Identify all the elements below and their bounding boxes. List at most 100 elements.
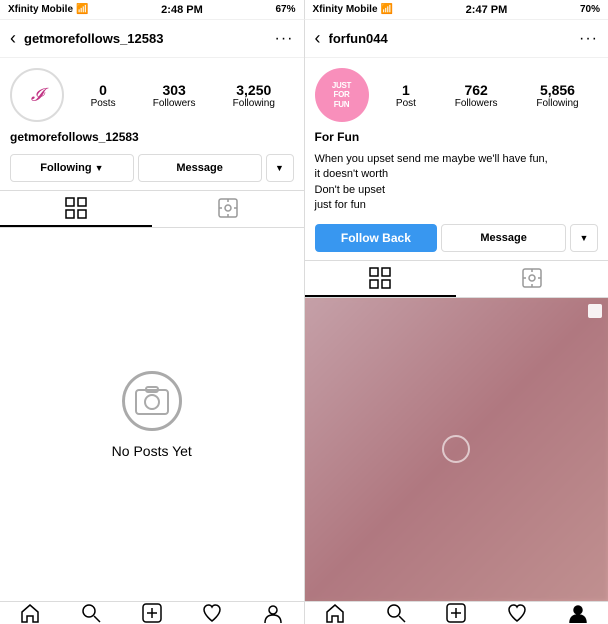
tab-grid-left[interactable] (0, 191, 152, 227)
grid-icon-left (65, 197, 87, 219)
nav-right: ‹ forfun044 ··· (305, 20, 608, 58)
message-label-left: Message (176, 162, 222, 174)
search-icon-left (80, 602, 102, 624)
bottom-home-right[interactable] (305, 602, 366, 624)
status-left-left: Xfinity Mobile 📶 (8, 4, 88, 15)
bottom-nav-left (0, 602, 304, 624)
back-button-left[interactable]: ‹ (10, 28, 16, 49)
message-label-right: Message (480, 232, 526, 244)
avatar-right: JUSTFORFUN (315, 68, 369, 122)
time-left: 2:48 PM (161, 4, 203, 16)
following-chevron: ▼ (95, 163, 104, 173)
status-bar-right: Xfinity Mobile 📶 2:47 PM 70% (304, 0, 608, 20)
panels: ‹ getmorefollows_12583 ··· 𝓘 0 Posts (0, 20, 608, 601)
avatar-text-right: JUSTFORFUN (330, 79, 353, 112)
heart-icon-left (201, 602, 223, 624)
bio-name-right: For Fun (305, 128, 608, 150)
bottom-home-left[interactable] (0, 602, 61, 624)
nav-left: ‹ getmorefollows_12583 ··· (0, 20, 304, 58)
bottom-profile-right[interactable] (547, 602, 608, 624)
bottom-nav (0, 601, 608, 624)
back-button-right[interactable]: ‹ (315, 28, 321, 49)
stat-followers-right: 762 Followers (455, 82, 498, 109)
bottom-add-right[interactable] (426, 602, 487, 624)
dropdown-chevron-right: ▼ (580, 233, 589, 243)
stat-posts-label-right: Post (396, 98, 416, 109)
dropdown-button-right[interactable]: ▼ (570, 224, 598, 252)
more-button-left[interactable]: ··· (275, 30, 294, 48)
message-button-left[interactable]: Message (138, 154, 262, 182)
tab-tagged-left[interactable] (152, 191, 304, 227)
stat-posts-right: 1 Post (396, 82, 416, 109)
stat-followers-value-right: 762 (464, 82, 487, 98)
bottom-profile-left[interactable] (243, 602, 304, 624)
stat-posts-value-right: 1 (402, 82, 410, 98)
post-thumbnail[interactable] (305, 298, 608, 602)
status-right-right: 70% (580, 4, 600, 15)
no-posts-icon (122, 371, 182, 431)
stat-following-value-left: 3,250 (236, 82, 271, 98)
avatar-left: 𝓘 (10, 68, 64, 122)
following-label: Following (40, 162, 91, 174)
home-icon-left (19, 602, 41, 624)
add-icon-left (141, 602, 163, 624)
follow-back-button[interactable]: Follow Back (315, 224, 438, 252)
no-posts-text: No Posts Yet (112, 443, 192, 459)
page-title-right: forfun044 (329, 31, 580, 46)
home-icon-right (324, 602, 346, 624)
tab-tagged-right[interactable] (456, 261, 608, 297)
carrier-right: Xfinity Mobile (313, 4, 378, 15)
stat-followers-label-right: Followers (455, 98, 498, 109)
tab-grid-right[interactable] (305, 261, 457, 297)
bio-line-2: it doesn't worth (315, 168, 389, 180)
battery-right: 70% (580, 4, 600, 15)
grid-content-right (305, 298, 608, 602)
bottom-add-left[interactable] (121, 602, 182, 624)
status-bar-left: Xfinity Mobile 📶 2:48 PM 67% (0, 0, 304, 20)
stat-posts-label-left: Posts (91, 98, 116, 109)
following-button[interactable]: Following ▼ (10, 154, 134, 182)
bottom-nav-right (304, 602, 608, 624)
tagged-icon-right (521, 267, 543, 289)
bio-line-4: just for fun (315, 199, 366, 211)
bottom-heart-right[interactable] (487, 602, 548, 624)
follow-back-label: Follow Back (341, 231, 411, 245)
bottom-search-right[interactable] (365, 602, 426, 624)
status-right-left: 67% (275, 4, 295, 15)
action-buttons-left: Following ▼ Message ▼ (0, 150, 304, 190)
grid-icon-right (369, 267, 391, 289)
action-buttons-right: Follow Back Message ▼ (305, 220, 608, 260)
bio-line-1: When you upset send me maybe we'll have … (315, 153, 548, 165)
page-title-left: getmorefollows_12583 (24, 31, 275, 46)
profile-info-left: 𝓘 0 Posts 303 Followers 3,250 Following (0, 58, 304, 128)
dropdown-chevron-left: ▼ (275, 163, 284, 173)
stat-following-label-left: Following (233, 98, 275, 109)
status-bars: Xfinity Mobile 📶 2:48 PM 67% Xfinity Mob… (0, 0, 608, 20)
tab-bar-left (0, 190, 304, 228)
stat-following-left: 3,250 Following (233, 82, 275, 109)
stats-right: 1 Post 762 Followers 5,856 Following (369, 82, 599, 109)
status-left-right: Xfinity Mobile 📶 (313, 4, 393, 15)
profile-icon-right (567, 602, 589, 624)
stat-posts-value-left: 0 (99, 82, 107, 98)
panel-left: ‹ getmorefollows_12583 ··· 𝓘 0 Posts (0, 20, 305, 601)
profile-icon-left (262, 602, 284, 624)
bottom-search-left[interactable] (61, 602, 122, 624)
profile-info-right: JUSTFORFUN 1 Post 762 Followers 5,856 Fo… (305, 58, 608, 128)
stats-left: 0 Posts 303 Followers 3,250 Following (64, 82, 294, 109)
dropdown-button-left[interactable]: ▼ (266, 154, 294, 182)
stat-following-right: 5,856 Following (536, 82, 578, 109)
more-button-right[interactable]: ··· (579, 30, 598, 48)
content-area-left: No Posts Yet (0, 228, 304, 601)
username-left: getmorefollows_12583 (0, 128, 304, 150)
bottom-heart-left[interactable] (182, 602, 243, 624)
tab-bar-right (305, 260, 608, 298)
bio-line-3: Don't be upset (315, 184, 386, 196)
wifi-icon-left: 📶 (76, 4, 88, 15)
camera-icon (134, 383, 170, 419)
stat-followers-value-left: 303 (162, 82, 185, 98)
search-icon-right (385, 602, 407, 624)
message-button-right[interactable]: Message (441, 224, 566, 252)
add-icon-right (445, 602, 467, 624)
carrier-left: Xfinity Mobile (8, 4, 73, 15)
